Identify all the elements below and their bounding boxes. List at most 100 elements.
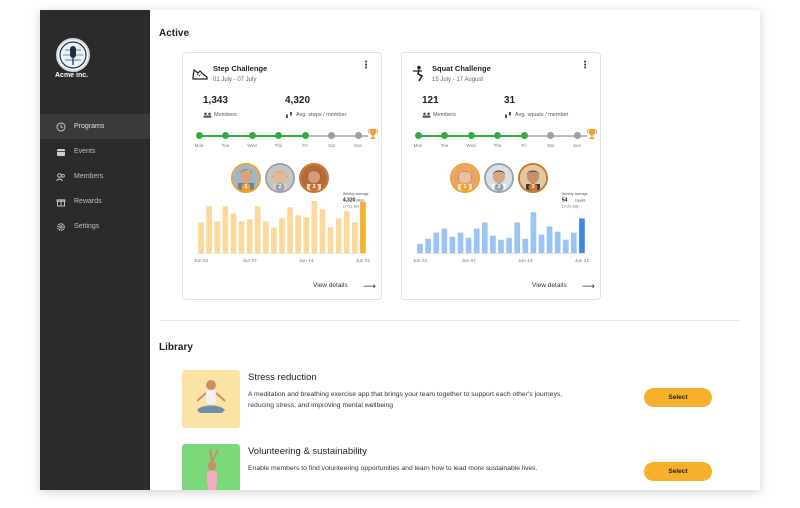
chart-bar: [417, 243, 423, 253]
challenge-card[interactable]: Squat Challenge 15 July - 17 August ⋮ 12…: [401, 52, 601, 300]
squat-icon: [413, 65, 424, 82]
members-icon: [56, 172, 66, 182]
chart-bar: [465, 237, 472, 253]
avg-value: 31: [504, 95, 516, 106]
squats-icon: [505, 112, 511, 118]
card-title: Step Challenge: [213, 64, 268, 73]
library-item-title: Volunteering & sustainability: [248, 446, 367, 457]
progress-dot: [547, 132, 554, 139]
sidebar: Acme inc. Programs Events Members Reward…: [40, 10, 150, 490]
progress-dot: [248, 132, 256, 139]
section-divider: [160, 320, 740, 321]
chart-bar: [262, 221, 269, 253]
sidebar-item-programs[interactable]: Programs: [40, 114, 150, 139]
chart-bar: [473, 228, 480, 253]
sidebar-nav: Programs Events Members Rewards Settings: [40, 114, 150, 239]
stress-reduction-thumbnail: [182, 370, 240, 428]
app-window: Acme inc. Programs Events Members Reward…: [40, 10, 760, 490]
progress-day-label: Sun: [353, 143, 362, 148]
progress-dot: [354, 132, 362, 139]
chart-bar: [319, 209, 326, 253]
x-tick-label: Jun 21: [575, 258, 590, 264]
progress-day-label: Tue: [440, 143, 449, 148]
view-details-link[interactable]: View details: [313, 282, 348, 289]
progress-dot: [222, 132, 229, 139]
chart-bar: [311, 201, 318, 253]
progress-dot: [573, 132, 581, 139]
members-count: 121: [422, 95, 439, 106]
sidebar-item-settings[interactable]: Settings: [40, 214, 150, 239]
library-item: Volunteering & sustainability Enable mem…: [182, 444, 742, 490]
chart-bar: [490, 235, 496, 253]
chart-bar: [279, 218, 285, 253]
chart-bar: [481, 222, 488, 253]
sidebar-item-members[interactable]: Members: [40, 164, 150, 189]
progress-dot: [195, 132, 203, 139]
progress-day-label: Fri: [302, 143, 308, 148]
chart-bar: [522, 238, 529, 253]
progress-dot: [301, 132, 309, 139]
more-options-icon[interactable]: ⋮: [361, 60, 371, 71]
chart-bar: [360, 202, 366, 253]
trophy-icon: [586, 129, 598, 139]
annotation-unit: squats: [575, 199, 586, 203]
x-tick-label: Jun 01: [413, 258, 428, 264]
chart-bar: [579, 218, 585, 253]
members-icon: [422, 112, 431, 118]
progress-day-label: Wed: [466, 143, 476, 148]
sidebar-item-label: Settings: [74, 223, 100, 230]
sidebar-item-events[interactable]: Events: [40, 139, 150, 164]
progress-day-label: Mon: [413, 143, 423, 148]
chart-bar: [457, 232, 464, 253]
chart-bar: [498, 239, 504, 253]
chart-bar: [538, 234, 545, 253]
x-tick-label: Jun 07: [242, 258, 257, 264]
card-dates: 15 July - 17 August: [432, 77, 484, 83]
more-options-icon[interactable]: ⋮: [580, 60, 590, 71]
progress-day-label: Mon: [194, 143, 204, 148]
main-content: Active Step Challenge 01 July - 07 July …: [150, 10, 760, 490]
chart-bar: [295, 215, 302, 253]
members-label: Members: [203, 112, 237, 118]
x-tick-label: Jun 07: [461, 258, 476, 264]
active-section-title: Active: [159, 28, 190, 39]
chart-bar: [238, 221, 245, 253]
chart-bar: [287, 207, 293, 253]
progress-dot: [494, 132, 501, 139]
card-title: Squat Challenge: [432, 64, 491, 73]
sidebar-item-rewards[interactable]: Rewards: [40, 189, 150, 214]
chart-bar: [562, 239, 569, 253]
steps-bar-chart: Jun 01 Jun 07 Jun 14 Jun 21 Weekly average 4,…: [194, 192, 371, 264]
x-tick-label: Jun 01: [194, 258, 209, 264]
arrow-right-icon[interactable]: ⟶: [582, 282, 595, 291]
weekly-progress: Mon Tue Wed Thu Fri Sat Sun: [189, 129, 379, 153]
x-tick-label: Jun 14: [299, 258, 314, 264]
select-button[interactable]: Select: [644, 462, 712, 481]
progress-day-label: Sat: [328, 143, 335, 148]
sidebar-item-label: Programs: [74, 123, 105, 130]
steps-icon: [286, 112, 292, 118]
card-dates: 01 July - 07 July: [213, 77, 257, 83]
progress-day-label: Fri: [521, 143, 527, 148]
chart-bar: [343, 211, 350, 253]
select-button[interactable]: Select: [644, 388, 712, 407]
progress-day-label: Wed: [247, 143, 257, 148]
annotation-title: Weekly average: [343, 192, 369, 196]
progress-day-label: Thu: [274, 143, 283, 148]
view-details-link[interactable]: View details: [532, 282, 567, 289]
brand-logo[interactable]: [56, 38, 90, 72]
arrow-right-icon[interactable]: ⟶: [363, 282, 376, 291]
chart-bar: [214, 221, 221, 253]
progress-dot: [467, 132, 475, 139]
annotation-value: 54: [562, 198, 568, 204]
microphone-icon: [59, 41, 87, 69]
sneaker-icon: [192, 68, 208, 80]
progress-day-label: Tue: [221, 143, 230, 148]
progress-dot: [414, 132, 422, 139]
sidebar-item-label: Rewards: [74, 198, 102, 205]
calendar-icon: [56, 147, 66, 157]
challenge-card[interactable]: Step Challenge 01 July - 07 July ⋮ 1,343…: [182, 52, 382, 300]
annotation-value: 4,320: [343, 198, 356, 204]
annotation-range: 17-21 Jun: [343, 205, 359, 209]
chart-bar: [222, 206, 229, 253]
